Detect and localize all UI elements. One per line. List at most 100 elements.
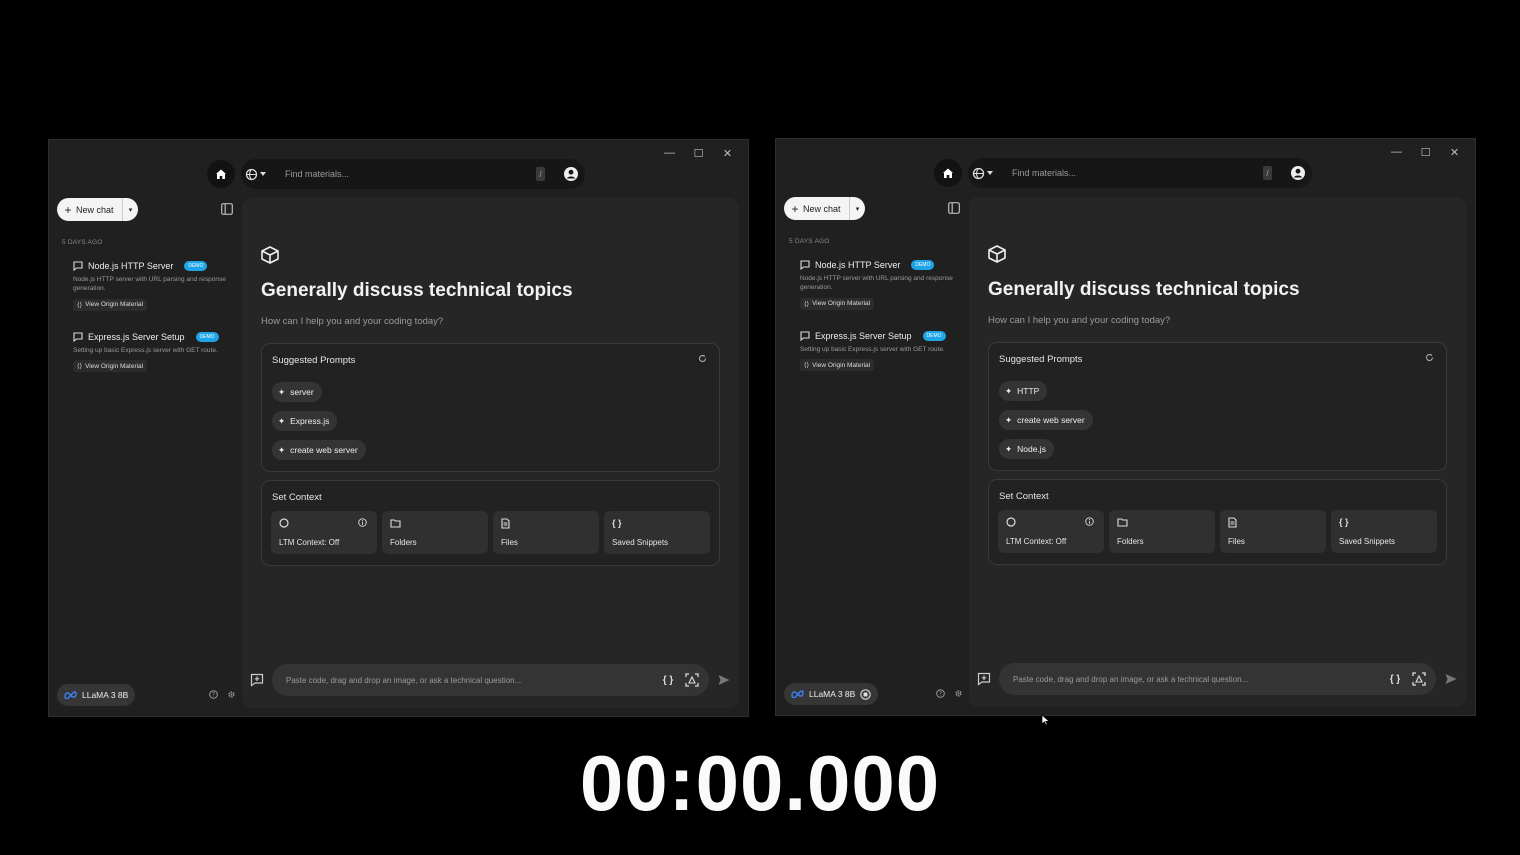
history-section-label: 5 DAYS AGO: [62, 239, 103, 246]
info-icon[interactable]: [1085, 517, 1094, 526]
new-chat-dropdown[interactable]: ▾: [122, 198, 138, 221]
screen-capture-icon[interactable]: [1410, 670, 1428, 688]
view-origin-button[interactable]: ⟨⟩ View Origin Material: [73, 298, 148, 311]
view-origin-button[interactable]: ⟨⟩ View Origin Material: [73, 360, 148, 373]
screen-capture-icon[interactable]: [683, 671, 701, 689]
insert-code-icon[interactable]: { }: [659, 671, 677, 689]
globe-icon: [245, 168, 258, 180]
suggested-prompt-chip[interactable]: ✦ Node.js: [999, 439, 1054, 459]
context-button-label: Files: [1228, 537, 1245, 546]
suggested-prompt-chip[interactable]: ✦ server: [272, 382, 322, 402]
new-chat-button[interactable]: + New chat ▾: [784, 197, 865, 220]
circle-icon: [1006, 517, 1016, 527]
refresh-icon[interactable]: [1425, 353, 1434, 362]
main-panel: Generally discuss technical topics How c…: [969, 197, 1466, 707]
files-button[interactable]: Files: [493, 511, 599, 554]
files-button[interactable]: Files: [1220, 510, 1326, 553]
saved-snippets-button[interactable]: { } Saved Snippets: [604, 511, 710, 554]
send-icon[interactable]: [1444, 672, 1458, 686]
minimize-button[interactable]: —: [655, 144, 684, 162]
send-icon[interactable]: [717, 673, 731, 687]
close-button[interactable]: ✕: [1440, 143, 1469, 161]
chat-history-item[interactable]: Node.js HTTP Server DEMO Node.js HTTP se…: [73, 261, 233, 312]
sidebar-footer-icons: ?: [209, 690, 236, 699]
sidebar: + New chat ▾ 5 DAYS AGO Node.js HTTP Ser…: [57, 198, 239, 713]
suggested-prompt-chip[interactable]: ✦ HTTP: [999, 381, 1048, 401]
language-selector[interactable]: [972, 167, 1000, 180]
chat-history-item[interactable]: Express.js Server Setup DEMO Setting up …: [800, 331, 960, 372]
code-braces-icon: ⟨⟩: [804, 300, 810, 308]
language-selector[interactable]: [245, 168, 273, 181]
sparkle-icon: ✦: [278, 444, 286, 455]
new-chat-dropdown[interactable]: ▾: [849, 197, 865, 220]
page-title: Generally discuss technical topics: [988, 279, 1300, 300]
view-origin-button[interactable]: ⟨⟩ View Origin Material: [800, 297, 875, 310]
search-bar: Find materials... /: [968, 158, 1312, 188]
suggested-prompt-chip[interactable]: ✦ create web server: [272, 440, 366, 460]
chat-add-icon[interactable]: [977, 672, 991, 686]
help-icon[interactable]: ?: [209, 690, 218, 699]
suggested-prompts-title: Suggested Prompts: [999, 354, 1083, 365]
code-braces-icon: { }: [1339, 517, 1349, 527]
user-avatar-icon[interactable]: [1290, 165, 1306, 181]
maximize-button[interactable]: ☐: [1411, 143, 1440, 161]
window-controls: — ☐ ✕: [655, 144, 742, 162]
help-icon[interactable]: ?: [936, 689, 945, 698]
search-input[interactable]: Find materials...: [1000, 168, 1263, 178]
info-icon[interactable]: [358, 518, 367, 527]
code-braces-icon: ⟨⟩: [77, 363, 83, 371]
plus-icon: +: [64, 202, 72, 217]
app-window-left: — ☐ ✕ Find materials... / + New chat ▾ 5…: [48, 139, 749, 717]
gear-icon[interactable]: [227, 690, 236, 699]
chat-add-icon[interactable]: [250, 673, 264, 687]
new-chat-button[interactable]: + New chat ▾: [57, 198, 138, 221]
insert-code-icon[interactable]: { }: [1386, 670, 1404, 688]
folders-button[interactable]: Folders: [1109, 510, 1215, 553]
view-origin-label: View Origin Material: [812, 361, 871, 369]
sparkle-icon: ✦: [1005, 414, 1013, 425]
search-shortcut-badge: /: [1263, 166, 1272, 180]
search-input[interactable]: Find materials...: [273, 169, 536, 179]
suggested-prompt-chip[interactable]: ✦ create web server: [999, 410, 1093, 430]
main-panel: Generally discuss technical topics How c…: [242, 198, 739, 708]
message-input[interactable]: Paste code, drag and drop an image, or a…: [999, 663, 1436, 695]
chat-description: Setting up basic Express.js server with …: [73, 347, 218, 354]
circle-icon: [279, 518, 289, 528]
app-window-right: — ☐ ✕ Find materials... / + New chat ▾ 5…: [775, 138, 1476, 716]
ltm-context-button[interactable]: LTM Context: Off: [271, 511, 377, 554]
gear-icon[interactable]: [954, 689, 963, 698]
svg-text:?: ?: [939, 691, 942, 698]
model-selector[interactable]: LLaMA 3 8B: [57, 684, 136, 706]
chat-history-item[interactable]: Node.js HTTP Server DEMO Node.js HTTP se…: [800, 260, 960, 311]
sidebar-toggle-icon[interactable]: [948, 202, 960, 214]
folder-icon: [1117, 518, 1128, 527]
close-button[interactable]: ✕: [713, 144, 742, 162]
view-origin-button[interactable]: ⟨⟩ View Origin Material: [800, 359, 875, 372]
page-title: Generally discuss technical topics: [261, 280, 573, 301]
prompt-label: create web server: [290, 445, 358, 455]
home-button[interactable]: [207, 160, 235, 188]
sidebar-toggle-icon[interactable]: [221, 203, 233, 215]
sparkle-icon: ✦: [1005, 443, 1013, 454]
maximize-button[interactable]: ☐: [684, 144, 713, 162]
home-button[interactable]: [934, 159, 962, 187]
mouse-pointer-icon: [1041, 714, 1050, 726]
folder-icon: [390, 519, 401, 528]
view-origin-label: View Origin Material: [812, 300, 871, 308]
suggested-prompt-chip[interactable]: ✦ Express.js: [272, 411, 338, 431]
model-selector[interactable]: LLaMA 3 8B: [784, 683, 879, 705]
chat-history-item[interactable]: Express.js Server Setup DEMO Setting up …: [73, 332, 233, 373]
saved-snippets-button[interactable]: { } Saved Snippets: [1331, 510, 1437, 553]
message-input[interactable]: Paste code, drag and drop an image, or a…: [272, 664, 709, 696]
user-avatar-icon[interactable]: [563, 166, 579, 182]
top-bar: Find materials... /: [934, 158, 1312, 188]
folders-button[interactable]: Folders: [382, 511, 488, 554]
prompt-label: create web server: [1017, 415, 1085, 425]
stopwatch-timer: 00:00.000: [579, 739, 941, 827]
stop-circle-icon[interactable]: [860, 688, 872, 700]
home-icon: [943, 168, 953, 178]
ltm-context-button[interactable]: LTM Context: Off: [998, 510, 1104, 553]
chat-description: Node.js HTTP server with URL parsing and…: [800, 275, 953, 292]
minimize-button[interactable]: —: [1382, 143, 1411, 161]
refresh-icon[interactable]: [698, 354, 707, 363]
